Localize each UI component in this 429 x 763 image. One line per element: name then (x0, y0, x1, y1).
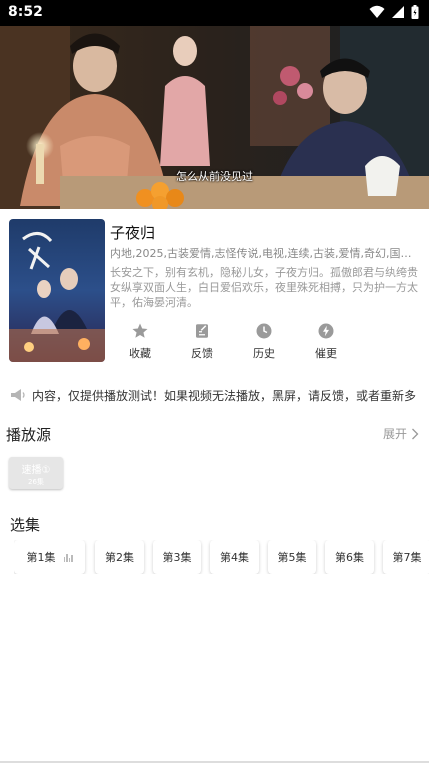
feedback-button[interactable]: 反馈 (180, 322, 242, 361)
history-button[interactable]: 历史 (242, 322, 304, 361)
episode-label: 第2集 (105, 551, 134, 564)
favorite-label: 收藏 (129, 347, 151, 360)
episode-list: 第1集 第2集 第3集 第4集 第5集 第6集 第7集 (14, 540, 429, 574)
battery-icon (411, 5, 419, 19)
episode-button-2[interactable]: 第2集 (95, 540, 144, 574)
action-row: 收藏 反馈 历史 催更 (118, 322, 366, 361)
favorite-button[interactable]: 收藏 (118, 322, 180, 361)
source-episode-count: 26集 (28, 478, 44, 486)
expand-button[interactable]: 展开 (383, 425, 419, 442)
notice-text: 内容，仅提供播放测试！如果视频无法播放，黑屏，请反馈，或者重新多 (32, 389, 417, 403)
lightning-icon (318, 323, 334, 339)
megaphone-icon (11, 389, 25, 401)
episodes-title: 选集 (10, 516, 41, 534)
urge-update-label: 催更 (315, 347, 337, 360)
playing-indicator-icon (63, 552, 73, 562)
episode-button-5[interactable]: 第5集 (268, 540, 316, 574)
episode-label: 第5集 (277, 551, 307, 564)
episode-button-6[interactable]: 第6集 (325, 540, 374, 574)
status-time: 8:52 (8, 4, 43, 20)
show-title: 子夜归 (110, 224, 156, 242)
signal-icon (392, 6, 404, 18)
wifi-icon (369, 5, 385, 18)
video-player[interactable]: 怎么从前没见过 (0, 26, 429, 209)
feedback-icon (196, 324, 208, 338)
source-name: 速播① (21, 465, 51, 476)
show-tags: 内地,2025,古装爱情,志怪传说,电视,连续,古装,爱情,奇幻,国产,... (110, 247, 420, 260)
episode-button-1[interactable]: 第1集 (14, 540, 85, 574)
status-icons (369, 5, 419, 19)
feedback-label: 反馈 (191, 347, 213, 360)
show-description: 长安之下，别有玄机，隐秘儿女，子夜方归。孤傲郎君与纨绔贵女纵享双面人生，白日爱侣… (110, 266, 418, 309)
notice-bar: 内容，仅提供播放测试！如果视频无法播放，黑屏，请反馈，或者重新多 (10, 385, 420, 405)
episode-label: 第7集 (392, 551, 422, 564)
episode-button-7[interactable]: 第7集 (383, 540, 429, 574)
clock-icon (256, 323, 272, 339)
status-bar: 8:52 (0, 0, 429, 26)
expand-label: 展开 (382, 427, 407, 441)
episode-label: 第1集 (26, 551, 56, 564)
sources-title: 播放源 (6, 426, 52, 444)
chevron-right-icon (412, 428, 419, 439)
video-subtitle: 怎么从前没见过 (176, 170, 253, 183)
urge-update-button[interactable]: 催更 (304, 322, 366, 361)
episode-label: 第3集 (162, 551, 192, 564)
episode-button-4[interactable]: 第4集 (210, 540, 259, 574)
episode-label: 第4集 (220, 551, 249, 564)
episode-label: 第6集 (335, 551, 364, 564)
episode-button-3[interactable]: 第3集 (153, 540, 201, 574)
source-chip[interactable]: 速播① 26集 (9, 457, 63, 489)
show-poster (9, 219, 105, 362)
history-label: 历史 (253, 347, 275, 360)
star-icon (132, 323, 148, 338)
